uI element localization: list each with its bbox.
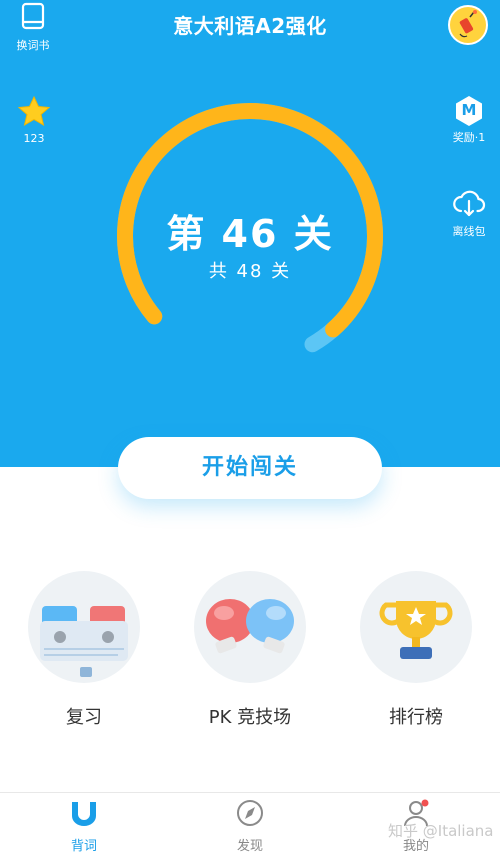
tab-words-label: 背词: [70, 839, 97, 854]
boxing-gloves-icon: [206, 599, 294, 654]
start-challenge-button[interactable]: 开始闯关: [118, 437, 382, 499]
tab-discover-label: 发现: [236, 839, 263, 854]
review-feature[interactable]: 复习: [28, 571, 140, 729]
watermark: 知乎 @Italiana: [388, 822, 494, 840]
compass-icon: [237, 800, 263, 826]
review-label: 复习: [66, 707, 102, 728]
total-levels: 共 48 关: [208, 261, 292, 282]
leaderboard-label: 排行榜: [389, 707, 443, 728]
pk-arena-feature[interactable]: PK 竞技场: [194, 571, 306, 729]
pk-arena-label: PK 竞技场: [208, 707, 292, 728]
current-level: 第 46 关: [166, 212, 334, 256]
leaderboard-illustration: [360, 571, 472, 683]
words-tab-icon: [72, 802, 96, 826]
leaderboard-feature[interactable]: 排行榜: [360, 571, 472, 729]
pk-arena-illustration: [194, 571, 306, 683]
trophy-icon: [379, 601, 453, 659]
review-illustration: [28, 571, 140, 683]
review-cards-icon: [40, 606, 128, 677]
tab-discover[interactable]: 发现: [200, 799, 300, 854]
tab-words[interactable]: 背词: [34, 799, 134, 854]
